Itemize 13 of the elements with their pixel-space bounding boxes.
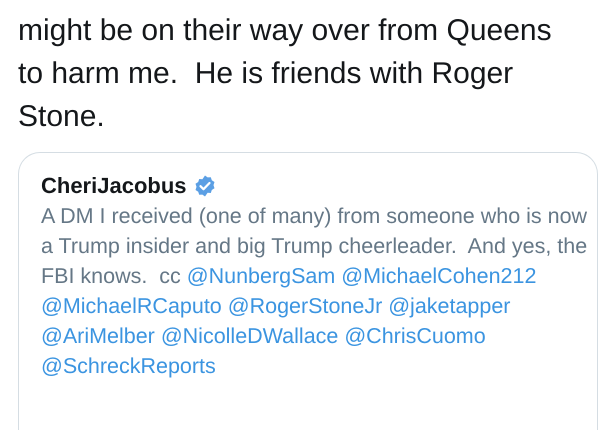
- mention-link[interactable]: @RogerStoneJr: [228, 294, 382, 318]
- mention-link[interactable]: @jaketapper: [388, 294, 510, 318]
- mention-link[interactable]: @MichaelCohen212: [341, 264, 536, 288]
- tweet-text: might be on their way over from Queens to harm me. He is friends with Roger Stone.: [18, 13, 553, 135]
- author-name[interactable]: CheriJacobus: [41, 173, 186, 199]
- quoted-tweet-card[interactable]: [18, 152, 598, 430]
- mention-link[interactable]: @AriMelber: [41, 324, 155, 348]
- mention-link[interactable]: @NunbergSam: [186, 264, 336, 288]
- mention-link[interactable]: @MichaelRCaputo: [41, 294, 222, 318]
- mention-link[interactable]: @NicolleDWallace: [160, 324, 338, 348]
- mention-link[interactable]: @SchreckReports: [41, 354, 216, 378]
- mention-link[interactable]: @ChrisCuomo: [344, 324, 486, 348]
- quoted-tweet-text: A DM I received (one of many) from someone who is now a Trump insider and big Trump cheerleader. And yes, the FBI knows. cc @NunbergSam @MichaelCohen212 @MichaelRCaputo @RogerStoneJr @jaketapper @AriMelber @NicolleDWallace @ChrisCuomo @SchreckReports: [41, 203, 588, 380]
